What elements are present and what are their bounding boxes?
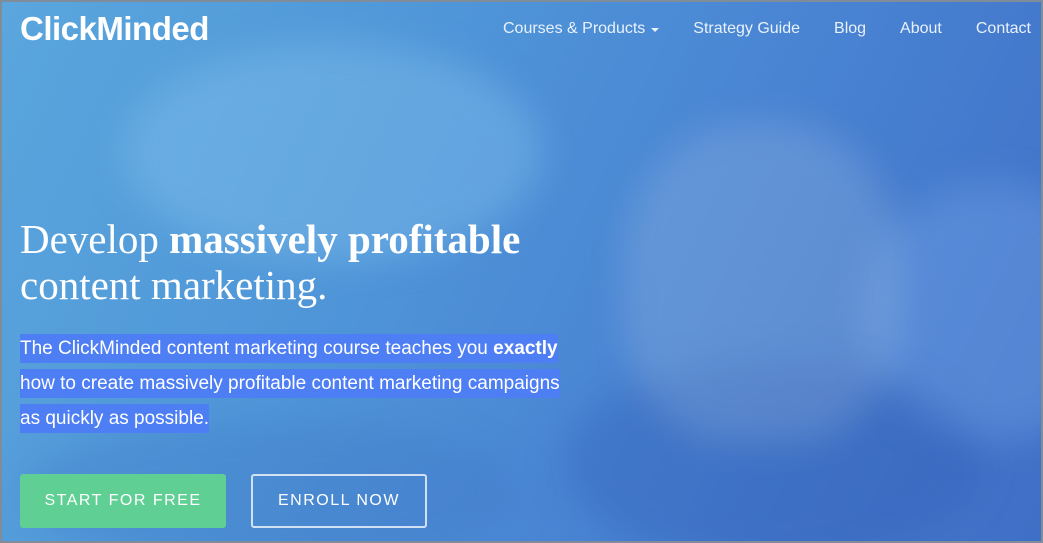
description-bold-text: exactly [493,338,558,359]
nav-item-label: Blog [834,20,867,37]
headline-text: Develop [20,216,170,262]
background-person-silhouette [622,122,902,442]
nav-item-courses-products[interactable]: Courses & Products [503,20,660,38]
nav-item-label: Strategy Guide [693,20,801,37]
headline-bold-text: massively profitable [169,216,521,262]
hero-section: ClickMinded Courses & Products Strategy … [0,0,1043,543]
nav-item-contact[interactable]: Contact [976,20,1031,38]
nav-item-about[interactable]: About [900,20,942,38]
nav-item-label: Courses & Products [503,20,646,37]
hero-headline: Develop massively profitable content mar… [20,216,640,308]
description-text-end: how to create massively profitable conte… [20,373,560,429]
description-text: The ClickMinded content marketing course… [20,338,494,359]
main-nav: Courses & Products Strategy Guide Blog A… [503,20,1031,38]
start-for-free-button[interactable]: START FOR FREE [20,474,226,528]
caret-down-icon [651,28,660,32]
nav-item-label: Contact [975,20,1031,37]
nav-item-strategy-guide[interactable]: Strategy Guide [693,20,800,38]
highlighted-text: The ClickMinded content marketing course… [20,334,560,433]
site-logo[interactable]: ClickMinded [20,10,209,48]
hero-description: The ClickMinded content marketing course… [20,331,580,436]
enroll-now-button[interactable]: ENROLL NOW [251,474,427,528]
nav-item-label: About [900,20,942,37]
headline-text-line2: content marketing. [20,262,328,308]
nav-item-blog[interactable]: Blog [834,20,866,38]
